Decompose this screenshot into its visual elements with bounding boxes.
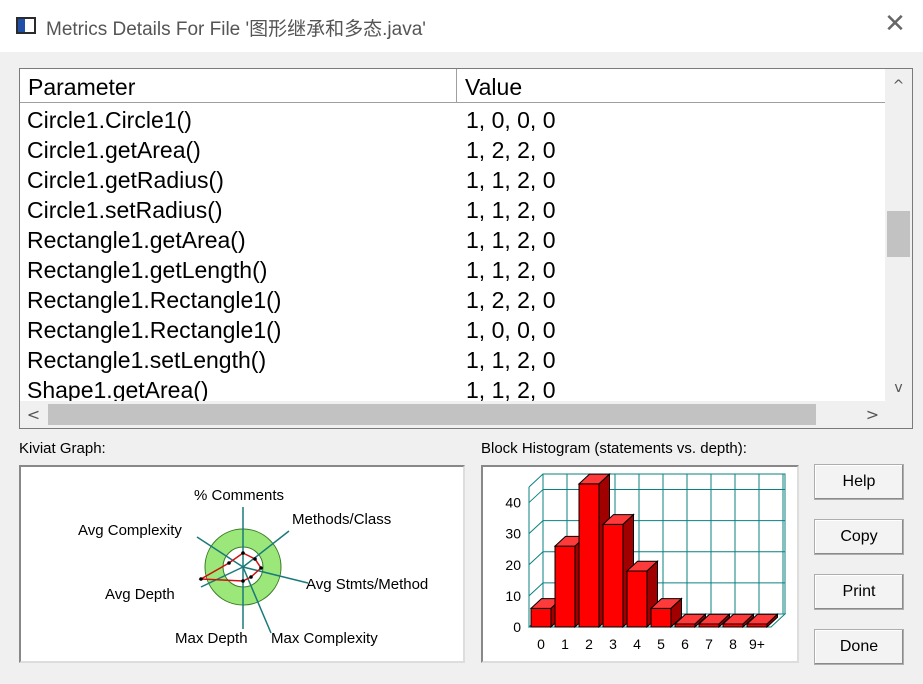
kiviat-label: Kiviat Graph: (19, 440, 106, 457)
horizontal-scroll-thumb[interactable] (48, 404, 816, 425)
histogram-x-tick-label: 5 (657, 636, 665, 652)
scroll-down-icon[interactable]: v (885, 377, 912, 399)
kiviat-point (199, 577, 203, 581)
row-parameter: Circle1.setRadius() (27, 197, 223, 223)
kiviat-point (253, 557, 257, 561)
histogram-x-tick-label: 9+ (749, 636, 765, 652)
histogram-y-tick-label: 40 (505, 495, 521, 511)
histogram-svg: 0102030400 1 2 3 4 5 6 7 8 9+ (505, 472, 787, 652)
table-row[interactable]: Rectangle1.Rectangle1() 1, 0, 0, 0 (20, 315, 886, 345)
row-value: 1, 0, 0, 0 (466, 107, 556, 133)
horizontal-scrollbar[interactable]: < > (20, 401, 886, 428)
histogram-bar (626, 570, 648, 628)
row-parameter: Rectangle1.Rectangle1() (27, 317, 282, 343)
kiviat-axis-label-methods-per-class: Methods/Class (292, 511, 391, 528)
histogram-grid-diagonal (528, 520, 544, 535)
histogram-x-tick-label: 2 (585, 636, 593, 652)
histogram-grid-diagonal (528, 551, 544, 566)
kiviat-axis-label-comments: % Comments (194, 487, 284, 504)
kiviat-point (241, 551, 245, 555)
vertical-scroll-thumb[interactable] (887, 211, 910, 257)
row-parameter: Circle1.getArea() (27, 137, 201, 163)
copy-button[interactable]: Copy (814, 519, 904, 555)
title-bar: Metrics Details For File '图形继承和多态.java' … (0, 0, 923, 52)
table-row[interactable]: Circle1.Circle1() 1, 0, 0, 0 (20, 105, 886, 135)
row-parameter: Shape1.getArea() (27, 377, 209, 401)
table-row[interactable]: Rectangle1.Rectangle1() 1, 2, 2, 0 (20, 285, 886, 315)
table-row[interactable]: Shape1.getArea() 1, 1, 2, 0 (20, 375, 886, 401)
row-parameter: Rectangle1.getLength() (27, 257, 268, 283)
done-button[interactable]: Done (814, 629, 904, 665)
row-value: 1, 2, 2, 0 (466, 137, 556, 163)
histogram-x-tick-label: 1 (561, 636, 569, 652)
kiviat-axis-label-avg-stmts: Avg Stmts/Method (306, 576, 428, 593)
histogram-label: Block Histogram (statements vs. depth): (481, 440, 747, 457)
list-header: Parameter Value (20, 69, 886, 103)
row-value: 1, 1, 2, 0 (466, 257, 556, 283)
table-row[interactable]: Rectangle1.getLength() 1, 1, 2, 0 (20, 255, 886, 285)
histogram-x-tick-label: 7 (705, 636, 713, 652)
table-row[interactable]: Rectangle1.getArea() 1, 1, 2, 0 (20, 225, 886, 255)
row-parameter: Circle1.getRadius() (27, 167, 224, 193)
row-value: 1, 1, 2, 0 (466, 167, 556, 193)
histogram-grid-diagonal (528, 582, 544, 597)
vertical-scrollbar[interactable]: ^ v (885, 69, 912, 403)
kiviat-axis-label-max-complexity: Max Complexity (271, 630, 378, 647)
window-app-icon (16, 17, 36, 34)
histogram-bar (530, 607, 552, 628)
column-header-parameter[interactable]: Parameter (20, 69, 457, 102)
kiviat-point (249, 575, 253, 579)
table-row[interactable]: Circle1.setRadius() 1, 1, 2, 0 (20, 195, 886, 225)
kiviat-point (241, 579, 245, 583)
row-parameter: Rectangle1.Rectangle1() (27, 287, 282, 313)
histogram-y-tick-label: 10 (505, 588, 521, 604)
histogram-y-tick-label: 20 (505, 557, 521, 573)
scroll-left-icon[interactable]: < (20, 401, 47, 428)
window-title: Metrics Details For File '图形继承和多态.java' (46, 19, 426, 40)
row-value: 1, 1, 2, 0 (466, 377, 556, 401)
scrollbar-corner (885, 401, 912, 428)
histogram-x-tick-label: 8 (729, 636, 737, 652)
close-icon[interactable]: ✕ (881, 10, 909, 38)
histogram-x-tick-label: 4 (633, 636, 641, 652)
print-button[interactable]: Print (814, 574, 904, 610)
kiviat-point (259, 566, 263, 570)
table-row[interactable]: Rectangle1.setLength() 1, 1, 2, 0 (20, 345, 886, 375)
histogram-x-tick-label: 0 (537, 636, 545, 652)
row-value: 1, 1, 2, 0 (466, 347, 556, 373)
row-value: 1, 0, 0, 0 (466, 317, 556, 343)
scroll-right-icon[interactable]: > (859, 401, 886, 428)
row-value: 1, 1, 2, 0 (466, 227, 556, 253)
row-parameter: Rectangle1.setLength() (27, 347, 267, 373)
row-parameter: Rectangle1.getArea() (27, 227, 246, 253)
block-histogram: 0 10 20 30 40 0 1 2 3 4 5 6 7 8 9+ (481, 465, 799, 663)
metrics-list[interactable]: Parameter Value Circle1.Circle1() 1, 0, 0… (19, 68, 913, 429)
list-rows: Circle1.Circle1() 1, 0, 0, 0 Circle1.getAr… (20, 105, 886, 401)
table-row[interactable]: Circle1.getArea() 1, 2, 2, 0 (20, 135, 886, 165)
column-header-value[interactable]: Value (457, 69, 886, 102)
kiviat-graph: % Comments Methods/Class Avg Stmts/Metho… (19, 465, 465, 663)
histogram-x-tick-label: 6 (681, 636, 689, 652)
histogram-y-tick-label: 30 (505, 526, 521, 542)
kiviat-axis-label-max-depth: Max Depth (175, 630, 248, 647)
kiviat-svg: % Comments Methods/Class Avg Stmts/Metho… (78, 487, 428, 647)
row-parameter: Circle1.Circle1() (27, 107, 192, 133)
row-value: 1, 1, 2, 0 (466, 197, 556, 223)
histogram-y-tick-label: 0 (513, 619, 521, 635)
histogram-axis-top (528, 473, 544, 488)
histogram-bar (578, 483, 600, 628)
histogram-grid-diagonal (528, 489, 544, 503)
table-row[interactable]: Circle1.getRadius() 1, 1, 2, 0 (20, 165, 886, 195)
kiviat-axis-label-avg-complexity: Avg Complexity (78, 522, 182, 539)
histogram-bar (650, 607, 672, 628)
histogram-x-tick-label: 3 (609, 636, 617, 652)
help-button[interactable]: Help (814, 464, 904, 500)
scroll-up-icon[interactable]: ^ (885, 75, 912, 97)
row-value: 1, 2, 2, 0 (466, 287, 556, 313)
kiviat-point (227, 561, 231, 565)
histogram-bar (554, 545, 576, 628)
histogram-bar (602, 523, 624, 628)
kiviat-axis-label-avg-depth: Avg Depth (105, 586, 175, 603)
